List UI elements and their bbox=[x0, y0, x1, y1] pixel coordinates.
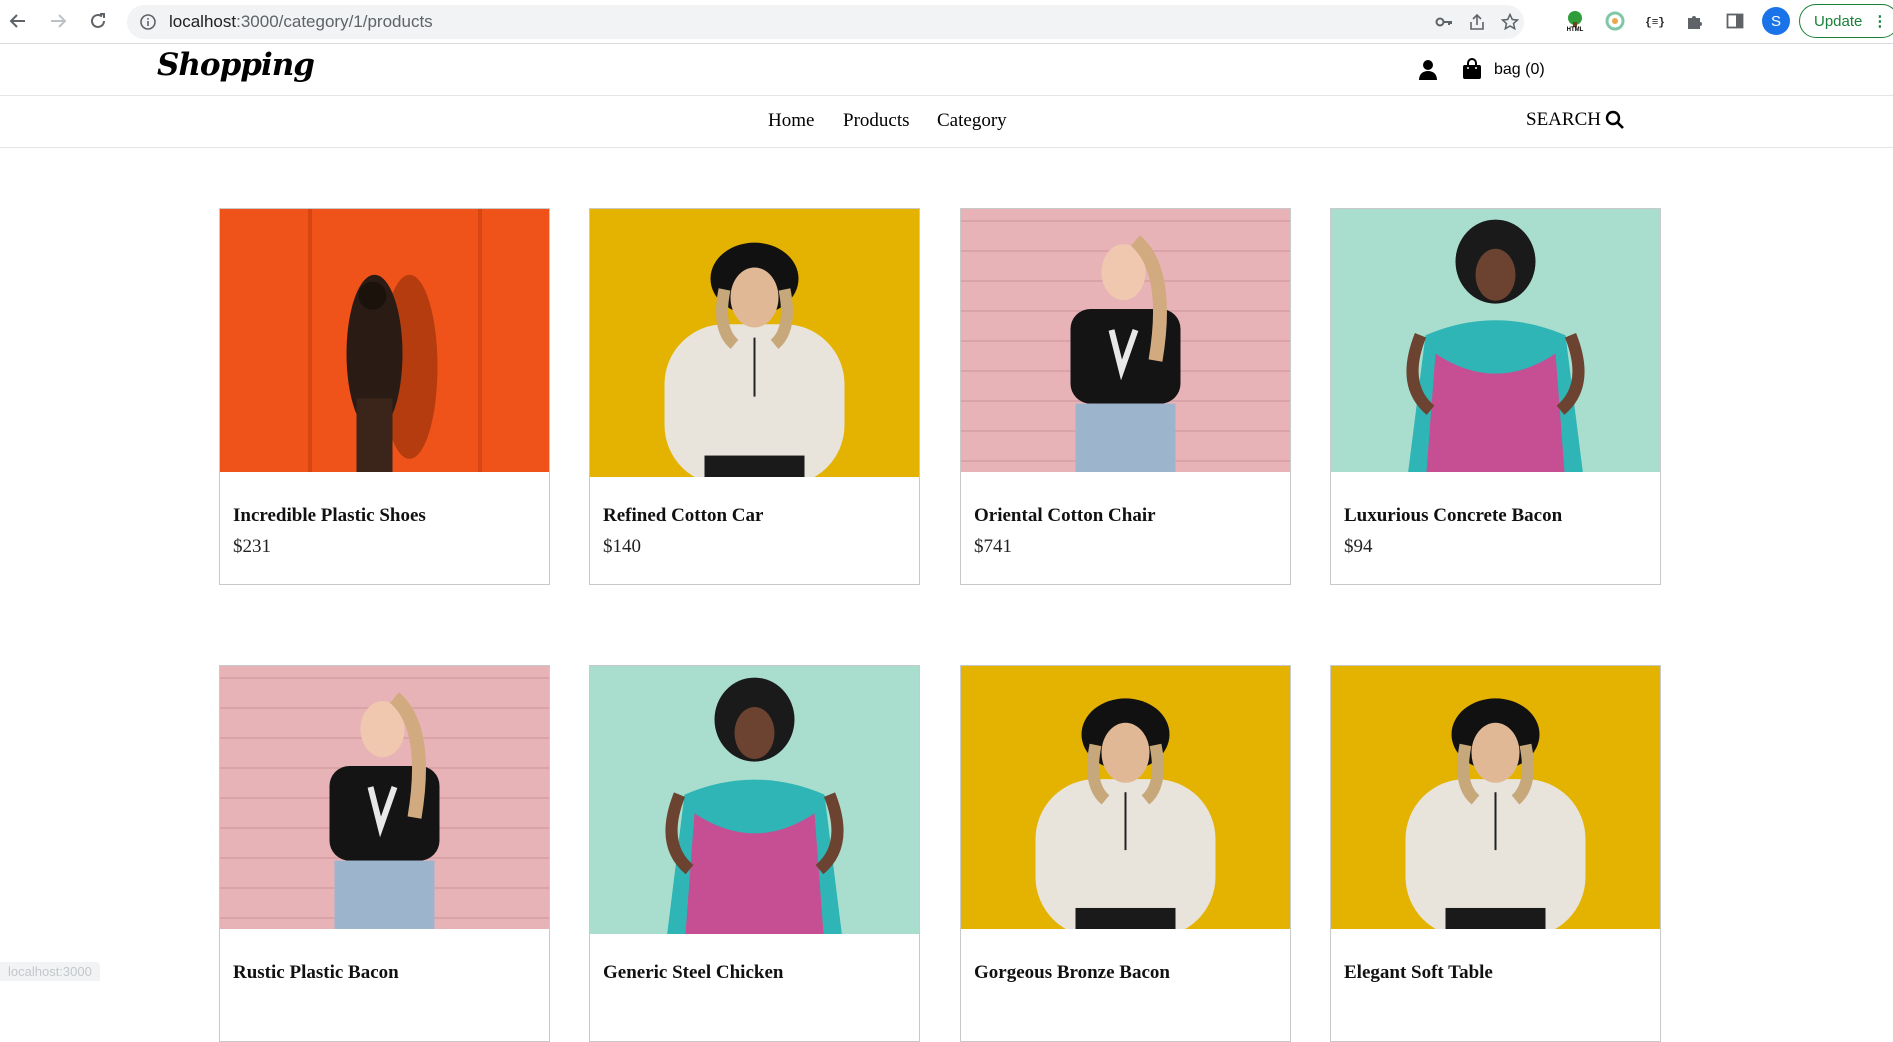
bag-count[interactable]: bag (0) bbox=[1494, 61, 1545, 79]
product-photo bbox=[1331, 209, 1660, 472]
key-icon[interactable] bbox=[1435, 13, 1453, 31]
site-logo[interactable]: Shopping bbox=[157, 47, 315, 83]
product-image[interactable] bbox=[590, 209, 919, 477]
product-image[interactable] bbox=[590, 666, 919, 934]
product-name[interactable]: Refined Cotton Car bbox=[603, 505, 763, 527]
address-bar[interactable]: localhost:3000/category/1/products bbox=[127, 5, 1524, 39]
back-arrow-icon bbox=[9, 14, 25, 28]
status-url: localhost:3000 bbox=[0, 962, 100, 981]
product-image[interactable] bbox=[1331, 666, 1660, 929]
browser-toolbar: localhost:3000/category/1/products HTML … bbox=[0, 0, 1893, 44]
product-photo bbox=[220, 666, 549, 929]
product-photo bbox=[961, 666, 1290, 929]
product-image[interactable] bbox=[961, 666, 1290, 929]
tree-icon: HTML bbox=[1567, 11, 1584, 32]
product-image[interactable] bbox=[220, 666, 549, 929]
product-name[interactable]: Elegant Soft Table bbox=[1344, 962, 1493, 984]
extensions-button[interactable] bbox=[1684, 10, 1706, 32]
product-price: $140 bbox=[603, 536, 641, 557]
product-image[interactable] bbox=[961, 209, 1290, 472]
json-extension-icon[interactable]: {≡} bbox=[1644, 10, 1666, 32]
forward-arrow-icon bbox=[51, 14, 67, 28]
svg-text:HTML: HTML bbox=[1567, 27, 1584, 32]
user-icon[interactable] bbox=[1418, 59, 1438, 81]
target-icon bbox=[1605, 11, 1625, 31]
product-name[interactable]: Incredible Plastic Shoes bbox=[233, 505, 426, 527]
product-card[interactable]: Rustic Plastic Bacon bbox=[219, 665, 550, 1042]
product-card[interactable]: Refined Cotton Car $140 bbox=[589, 208, 920, 585]
profile-avatar[interactable]: S bbox=[1762, 7, 1790, 35]
back-button[interactable] bbox=[7, 10, 29, 32]
product-name[interactable]: Generic Steel Chicken bbox=[603, 962, 783, 984]
product-card[interactable]: Generic Steel Chicken bbox=[589, 665, 920, 1042]
update-button[interactable]: Update ⋮ bbox=[1799, 4, 1893, 38]
product-photo bbox=[961, 209, 1290, 472]
product-image[interactable] bbox=[220, 209, 549, 472]
share-icon[interactable] bbox=[1468, 13, 1486, 31]
site-info-icon[interactable] bbox=[139, 13, 157, 31]
side-panel-button[interactable] bbox=[1724, 10, 1746, 32]
url-text[interactable]: localhost:3000/category/1/products bbox=[169, 12, 433, 32]
product-name[interactable]: Luxurious Concrete Bacon bbox=[1344, 505, 1562, 527]
product-photo bbox=[220, 209, 549, 472]
nav-home[interactable]: Home bbox=[768, 110, 814, 132]
product-name[interactable]: Rustic Plastic Bacon bbox=[233, 962, 399, 984]
product-photo bbox=[1331, 666, 1660, 929]
product-price: $94 bbox=[1344, 536, 1373, 557]
puzzle-icon bbox=[1688, 16, 1702, 29]
product-card[interactable]: Elegant Soft Table bbox=[1330, 665, 1661, 1042]
nav-products[interactable]: Products bbox=[843, 110, 910, 132]
reload-button[interactable] bbox=[87, 10, 109, 32]
product-card[interactable]: Oriental Cotton Chair $741 bbox=[960, 208, 1291, 585]
product-price: $231 bbox=[233, 536, 271, 557]
nav-category[interactable]: Category bbox=[937, 110, 1007, 132]
search-label: SEARCH bbox=[1526, 109, 1601, 130]
update-label: Update bbox=[1814, 12, 1863, 30]
url-path: :3000/category/1/products bbox=[236, 12, 433, 31]
search-button[interactable]: SEARCH bbox=[1526, 109, 1625, 131]
color-picker-extension-icon[interactable] bbox=[1604, 10, 1626, 32]
site-header: Shopping bag (0) bbox=[0, 45, 1893, 96]
product-photo bbox=[590, 209, 919, 477]
braces-icon: {≡} bbox=[1645, 17, 1665, 29]
url-host: localhost bbox=[169, 12, 237, 31]
shopping-bag-icon[interactable] bbox=[1462, 58, 1482, 80]
bookmark-star-icon[interactable] bbox=[1501, 13, 1519, 31]
product-image[interactable] bbox=[1331, 209, 1660, 472]
product-name[interactable]: Oriental Cotton Chair bbox=[974, 505, 1156, 527]
main-nav: Home Products Category SEARCH bbox=[0, 96, 1893, 148]
product-price: $741 bbox=[974, 536, 1012, 557]
reload-icon bbox=[91, 13, 105, 28]
product-card[interactable]: Incredible Plastic Shoes $231 bbox=[219, 208, 550, 585]
side-panel-icon bbox=[1726, 13, 1744, 29]
html-extension-icon[interactable]: HTML bbox=[1564, 10, 1586, 32]
more-vert-icon: ⋮ bbox=[1872, 13, 1887, 30]
search-icon bbox=[1605, 110, 1624, 129]
forward-button[interactable] bbox=[47, 10, 69, 32]
product-card[interactable]: Gorgeous Bronze Bacon bbox=[960, 665, 1291, 1042]
product-name[interactable]: Gorgeous Bronze Bacon bbox=[974, 962, 1170, 984]
product-photo bbox=[590, 666, 919, 934]
svg-text:{≡}: {≡} bbox=[1645, 17, 1665, 29]
product-card[interactable]: Luxurious Concrete Bacon $94 bbox=[1330, 208, 1661, 585]
